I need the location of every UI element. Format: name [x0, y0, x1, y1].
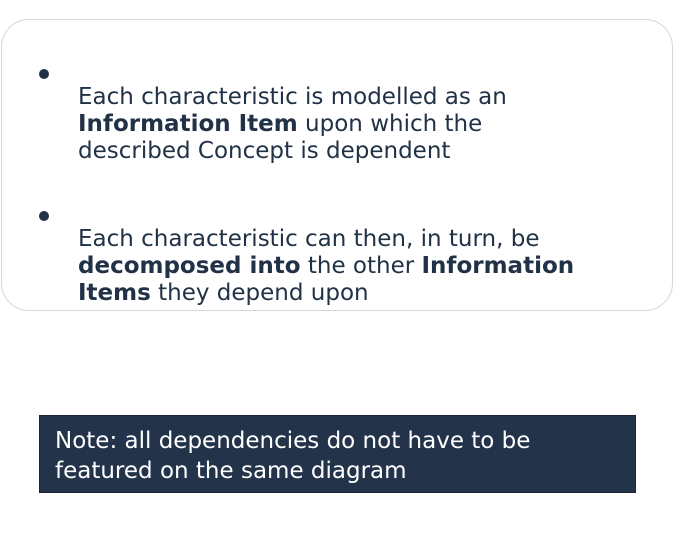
note-line: featured on the same diagram: [55, 458, 407, 484]
bullet-text-emphasis: decomposed into: [78, 253, 301, 279]
bullet-dot-icon: [39, 211, 49, 221]
note-text: Note: all dependencies do not have to be…: [55, 426, 625, 486]
bullet-text-emphasis: Information Item: [78, 111, 298, 137]
bullet-text-part: Each characteristic can then, in turn, b…: [78, 226, 540, 252]
bullet-text-part: Each characteristic is modelled as an: [78, 84, 507, 110]
note-box: Note: all dependencies do not have to be…: [39, 415, 636, 493]
bullet-text-part: the other: [300, 253, 422, 279]
bullet-card: Each characteristic is modelled as an In…: [1, 19, 673, 311]
bullet-text: Each characteristic can then, in turn, b…: [78, 199, 648, 307]
note-line: Note: all dependencies do not have to be: [55, 428, 531, 454]
bullet-dot-icon: [39, 69, 49, 79]
bullet-text: Each characteristic is modelled as an In…: [78, 57, 648, 165]
bullet-text-part: they depend upon: [150, 280, 369, 306]
